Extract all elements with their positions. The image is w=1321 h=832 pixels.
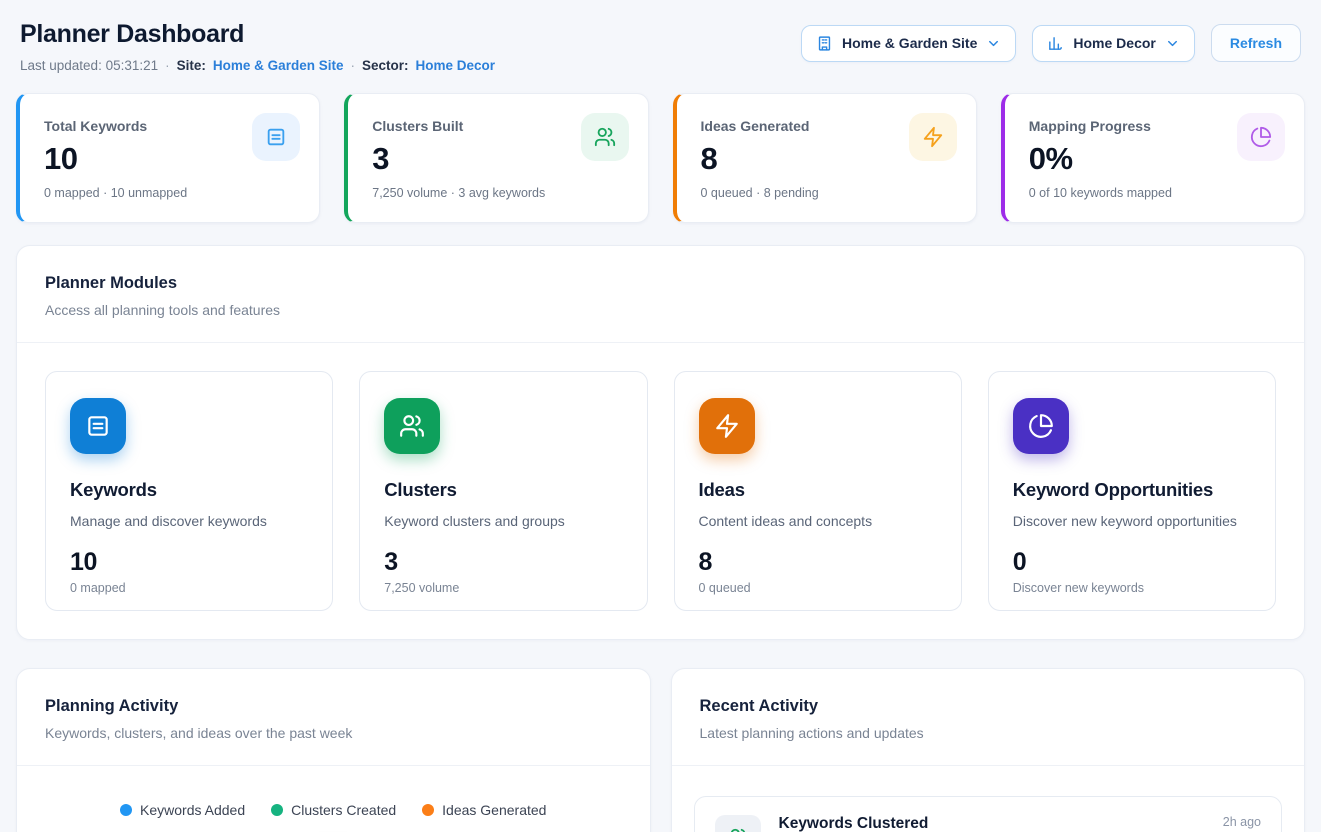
chevron-down-icon <box>1165 36 1180 51</box>
module-stat-sub: 0 queued <box>699 581 937 595</box>
stat-card-clusters-built[interactable]: Clusters Built 3 7,250 volume · 3 avg ke… <box>344 93 648 223</box>
legend-dot <box>271 804 283 816</box>
bottom-row: Planning Activity Keywords, clusters, an… <box>16 668 1305 832</box>
users-icon <box>384 398 440 454</box>
module-description: Content ideas and concepts <box>699 513 937 529</box>
file-lines-icon <box>70 398 126 454</box>
planner-dashboard-page: Planner Dashboard Last updated: 05:31:21… <box>0 0 1321 832</box>
keywords-added-series-curve <box>89 828 638 832</box>
header-titles: Planner Dashboard Last updated: 05:31:21… <box>20 20 495 73</box>
activity-item-content: Keywords Clustered 2h ago 3 new clusters… <box>779 815 1262 832</box>
legend-dot <box>120 804 132 816</box>
module-stat-sub: 0 mapped <box>70 581 308 595</box>
recent-activity-panel: Recent Activity Latest planning actions … <box>671 668 1306 832</box>
planner-modules-panel: Planner Modules Access all planning tool… <box>16 245 1305 640</box>
activity-area-chart: 25 25 24 <box>17 828 650 832</box>
users-icon <box>715 815 761 832</box>
module-stat: 8 <box>699 548 937 577</box>
module-title: Clusters <box>384 479 622 501</box>
module-stat-sub: 7,250 volume <box>384 581 622 595</box>
planning-activity-subtitle: Keywords, clusters, and ideas over the p… <box>45 725 622 741</box>
sector-label: Sector: <box>362 58 409 73</box>
last-updated-label: Last updated: 05:31:21 <box>20 58 158 73</box>
module-description: Manage and discover keywords <box>70 513 308 529</box>
zap-icon <box>699 398 755 454</box>
sector-dropdown[interactable]: Home Decor <box>1032 25 1194 62</box>
header-meta: Last updated: 05:31:21 · Site: Home & Ga… <box>20 58 495 73</box>
building-icon <box>816 35 833 52</box>
pie-chart-icon <box>1237 113 1285 161</box>
module-card-ideas[interactable]: Ideas Content ideas and concepts 8 0 que… <box>674 371 962 611</box>
zap-icon <box>909 113 957 161</box>
file-lines-icon <box>252 113 300 161</box>
users-icon <box>581 113 629 161</box>
module-description: Keyword clusters and groups <box>384 513 622 529</box>
planning-activity-panel: Planning Activity Keywords, clusters, an… <box>16 668 651 832</box>
stats-row: Total Keywords 10 0 mapped · 10 unmapped… <box>16 93 1305 223</box>
pie-chart-icon <box>1013 398 1069 454</box>
legend-item-ideas-generated: Ideas Generated <box>422 802 546 818</box>
site-label: Site: <box>177 58 206 73</box>
activity-list-item[interactable]: Keywords Clustered 2h ago 3 new clusters… <box>694 796 1283 832</box>
page-header: Planner Dashboard Last updated: 05:31:21… <box>16 20 1305 73</box>
module-title: Keywords <box>70 479 308 501</box>
legend-dot <box>422 804 434 816</box>
module-stat: 10 <box>70 548 308 577</box>
module-card-keywords[interactable]: Keywords Manage and discover keywords 10… <box>45 371 333 611</box>
meta-separator: · <box>350 58 355 73</box>
refresh-button[interactable]: Refresh <box>1211 24 1301 62</box>
stat-sub: 0 queued · 8 pending <box>701 186 956 200</box>
planning-activity-header: Planning Activity Keywords, clusters, an… <box>17 669 650 766</box>
planner-modules-header: Planner Modules Access all planning tool… <box>17 246 1304 343</box>
legend-item-clusters-created: Clusters Created <box>271 802 396 818</box>
module-stat: 3 <box>384 548 622 577</box>
module-title: Keyword Opportunities <box>1013 479 1251 501</box>
planner-modules-title: Planner Modules <box>45 274 1276 293</box>
bar-chart-icon <box>1047 35 1064 52</box>
meta-separator: · <box>165 58 170 73</box>
legend-item-keywords-added: Keywords Added <box>120 802 245 818</box>
stat-card-total-keywords[interactable]: Total Keywords 10 0 mapped · 10 unmapped <box>16 93 320 223</box>
planner-modules-body: Keywords Manage and discover keywords 10… <box>17 343 1304 639</box>
site-dropdown[interactable]: Home & Garden Site <box>801 25 1016 62</box>
sector-dropdown-value: Home Decor <box>1073 35 1155 51</box>
module-stat: 0 <box>1013 548 1251 577</box>
stat-sub: 7,250 volume · 3 avg keywords <box>372 186 627 200</box>
header-controls: Home & Garden Site Home Decor Refresh <box>801 24 1301 62</box>
chevron-down-icon <box>986 36 1001 51</box>
module-stat-sub: Discover new keywords <box>1013 581 1251 595</box>
stat-card-ideas-generated[interactable]: Ideas Generated 8 0 queued · 8 pending <box>673 93 977 223</box>
module-card-keyword-opportunities[interactable]: Keyword Opportunities Discover new keywo… <box>988 371 1276 611</box>
recent-activity-header: Recent Activity Latest planning actions … <box>672 669 1305 766</box>
module-title: Ideas <box>699 479 937 501</box>
legend-label: Keywords Added <box>140 802 245 818</box>
recent-activity-title: Recent Activity <box>700 697 1277 716</box>
activity-item-timestamp: 2h ago <box>1223 815 1261 829</box>
stat-sub: 0 of 10 keywords mapped <box>1029 186 1284 200</box>
planning-activity-title: Planning Activity <box>45 697 622 716</box>
stat-sub: 0 mapped · 10 unmapped <box>44 186 299 200</box>
legend-label: Ideas Generated <box>442 802 546 818</box>
legend-label: Clusters Created <box>291 802 396 818</box>
sector-link[interactable]: Home Decor <box>415 58 495 73</box>
activity-item-title: Keywords Clustered <box>779 815 929 832</box>
site-dropdown-value: Home & Garden Site <box>842 35 977 51</box>
page-title: Planner Dashboard <box>20 20 495 49</box>
site-link[interactable]: Home & Garden Site <box>213 58 344 73</box>
modules-grid: Keywords Manage and discover keywords 10… <box>45 371 1276 611</box>
module-description: Discover new keyword opportunities <box>1013 513 1251 529</box>
chart-legend: Keywords Added Clusters Created Ideas Ge… <box>17 802 650 818</box>
recent-activity-subtitle: Latest planning actions and updates <box>700 725 1277 741</box>
planner-modules-subtitle: Access all planning tools and features <box>45 302 1276 318</box>
module-card-clusters[interactable]: Clusters Keyword clusters and groups 3 7… <box>359 371 647 611</box>
activity-title-row: Keywords Clustered 2h ago <box>779 815 1262 832</box>
stat-card-mapping-progress[interactable]: Mapping Progress 0% 0 of 10 keywords map… <box>1001 93 1305 223</box>
last-updated-value: 05:31:21 <box>106 58 159 73</box>
